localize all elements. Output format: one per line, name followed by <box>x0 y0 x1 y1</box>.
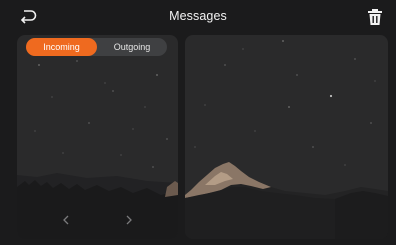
next-page-button[interactable] <box>122 213 136 227</box>
direction-tabs: Incoming Outgoing <box>26 38 167 56</box>
tab-outgoing[interactable]: Outgoing <box>97 38 167 56</box>
message-detail-panel <box>185 35 388 239</box>
trash-icon <box>368 9 382 25</box>
page-title: Messages <box>169 9 227 23</box>
night-sky-background <box>17 60 178 239</box>
mountain-night-background <box>185 40 388 239</box>
delete-button[interactable] <box>366 7 384 27</box>
chevron-right-icon <box>126 215 132 225</box>
previous-page-button[interactable] <box>59 213 73 227</box>
message-list-panel: Incoming Outgoing <box>17 35 178 239</box>
chevron-left-icon <box>63 215 69 225</box>
tab-incoming[interactable]: Incoming <box>26 38 97 56</box>
header-bar: Messages <box>0 0 396 34</box>
